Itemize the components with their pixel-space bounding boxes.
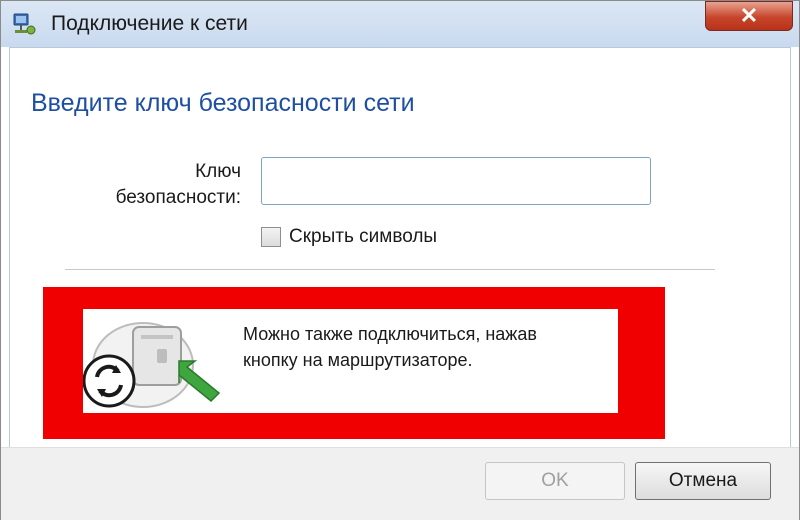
hide-symbols-option[interactable]: Скрыть символы [261, 225, 437, 249]
router-wps-icon [83, 322, 221, 408]
button-bar: OK Отмена [1, 447, 799, 520]
wps-hint-line2: кнопку на маршрутизаторе. [243, 350, 473, 370]
security-key-input[interactable] [261, 157, 651, 205]
cancel-button[interactable]: Отмена [635, 462, 771, 500]
title-bar[interactable]: Подключение к сети ✕ [1, 1, 799, 47]
security-key-label-line2: безопасности: [115, 187, 241, 208]
hide-symbols-label[interactable]: Скрыть символы [289, 226, 437, 248]
close-button[interactable]: ✕ [705, 1, 793, 31]
page-title: Введите ключ безопасности сети [31, 89, 415, 117]
ok-button[interactable]: OK [485, 462, 625, 500]
network-icon [13, 13, 36, 35]
window-title: Подключение к сети [51, 12, 248, 35]
divider [65, 269, 715, 270]
security-key-label: Ключ безопасности: [91, 159, 241, 211]
wps-info-panel: Можно также подключиться, нажав кнопку н… [83, 309, 618, 413]
security-key-label-line1: Ключ [195, 161, 241, 182]
wps-hint-line1: Можно также подключиться, нажав [243, 324, 537, 344]
hide-symbols-checkbox[interactable] [261, 227, 281, 247]
wps-hint-text: Можно также подключиться, нажав кнопку н… [243, 321, 623, 373]
network-connection-dialog: Подключение к сети ✕ Введите ключ безопа… [0, 0, 800, 520]
